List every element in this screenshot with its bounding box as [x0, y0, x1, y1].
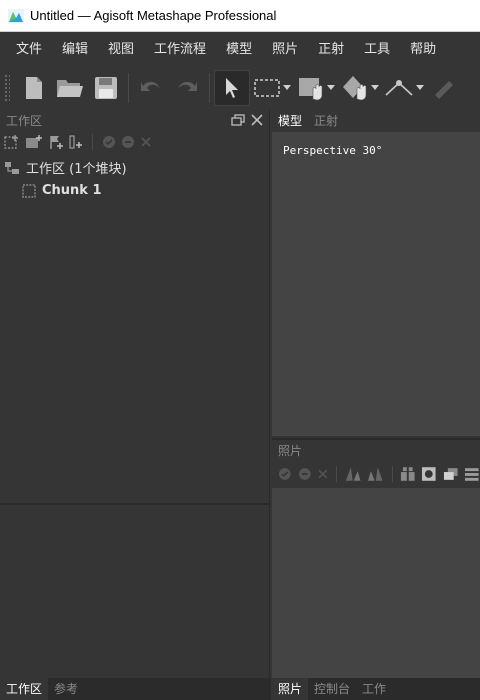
tab-ortho[interactable]: 正射	[308, 110, 344, 132]
open-folder-icon	[57, 80, 83, 97]
new-button[interactable]	[16, 70, 52, 106]
photos-thumbnail-area[interactable]	[272, 488, 480, 680]
add-scalebar-icon[interactable]	[69, 134, 83, 150]
chevron-down-icon	[416, 85, 424, 90]
menu-view[interactable]: 视图	[98, 32, 144, 66]
tab-reference[interactable]: 参考	[48, 678, 84, 700]
main-toolbar	[0, 66, 480, 110]
remove-x-icon[interactable]	[140, 136, 152, 148]
workspace-root-label: 工作区 (1个堆块)	[26, 162, 127, 177]
select-arrow-icon	[226, 78, 238, 98]
rotate-right-icon[interactable]	[367, 466, 385, 482]
chunk-item[interactable]: Chunk 1	[0, 179, 269, 202]
left-tab-bar: 工作区 参考	[0, 678, 271, 700]
menu-edit[interactable]: 编辑	[52, 32, 98, 66]
model-viewport[interactable]: Perspective 30°	[272, 132, 480, 436]
undo-button[interactable]	[133, 70, 169, 106]
remove-x-icon[interactable]	[317, 468, 329, 480]
save-button[interactable]	[88, 70, 124, 106]
enable-check-icon[interactable]	[278, 467, 292, 481]
toolbar-separator	[209, 73, 210, 103]
projection-label: Perspective 30°	[283, 144, 383, 157]
tab-workspace[interactable]: 工作区	[0, 678, 49, 700]
chunk-label: Chunk 1	[42, 183, 102, 198]
ruler-button[interactable]	[426, 70, 462, 106]
chevron-down-icon	[283, 85, 291, 90]
menu-model[interactable]: 模型	[216, 32, 262, 66]
mask-view-icon[interactable]	[421, 466, 437, 482]
chevron-down-icon	[327, 85, 335, 90]
enable-check-icon[interactable]	[102, 135, 116, 149]
lower-left-panel	[0, 505, 270, 678]
stack-view-icon[interactable]	[443, 466, 459, 482]
tab-console[interactable]: 控制台	[308, 678, 356, 700]
shape-tool-button[interactable]	[338, 70, 382, 106]
rotate-left-icon[interactable]	[344, 466, 362, 482]
toolbar-separator	[391, 466, 393, 482]
undo-icon	[141, 81, 160, 91]
tab-jobs[interactable]: 工作	[356, 678, 392, 700]
open-button[interactable]	[52, 70, 88, 106]
add-photos-icon[interactable]	[25, 134, 43, 150]
right-tab-bar: 照片 控制台 工作	[272, 678, 480, 700]
window-title: Untitled — Agisoft Metashape Professiona…	[30, 8, 277, 23]
shape-tool-icon	[343, 76, 367, 101]
disable-minus-icon[interactable]	[298, 467, 312, 481]
workspace-header: 工作区	[0, 110, 269, 130]
toolbar-separator	[92, 134, 93, 150]
model-tab-bar: 模型 正射	[272, 110, 480, 132]
tab-photos[interactable]: 照片	[272, 678, 309, 700]
menu-ortho[interactable]: 正射	[308, 32, 354, 66]
redo-button[interactable]	[169, 70, 205, 106]
list-view-icon[interactable]	[464, 466, 480, 482]
rectangle-select-icon	[254, 79, 280, 97]
close-icon[interactable]	[251, 114, 263, 126]
thumbnails-group-icon[interactable]	[400, 466, 416, 482]
menu-tools[interactable]: 工具	[354, 32, 400, 66]
photos-title: 照片	[278, 444, 303, 458]
menu-photo[interactable]: 照片	[262, 32, 308, 66]
workspace-title: 工作区	[6, 113, 43, 128]
metashape-logo-icon	[8, 8, 24, 23]
disable-minus-icon[interactable]	[121, 135, 135, 149]
toolbar-grip[interactable]	[4, 74, 10, 102]
ruler-icon	[435, 81, 453, 99]
navigation-button[interactable]	[294, 70, 338, 106]
toolbar-separator	[335, 466, 337, 482]
ruler-point-icon	[385, 80, 413, 96]
workspace-toolbar	[0, 130, 269, 154]
photos-panel: 照片	[272, 438, 480, 680]
add-chunk-icon[interactable]	[4, 134, 20, 150]
menu-bar: 文件 编辑 视图 工作流程 模型 照片 正射 工具 帮助	[0, 32, 480, 66]
chevron-down-icon	[371, 85, 379, 90]
title-bar: Untitled — Agisoft Metashape Professiona…	[0, 0, 480, 32]
save-icon	[95, 77, 117, 99]
photos-toolbar	[272, 462, 480, 486]
menu-help[interactable]: 帮助	[400, 32, 446, 66]
workspace-tree: 工作区 (1个堆块) Chunk 1	[0, 154, 269, 202]
ruler-point-button[interactable]	[382, 70, 426, 106]
menu-workflow[interactable]: 工作流程	[144, 32, 216, 66]
rectangle-select-button[interactable]	[250, 70, 294, 106]
select-tool-button[interactable]	[214, 70, 250, 106]
add-markers-icon[interactable]	[48, 134, 64, 150]
toolbar-separator	[128, 73, 129, 103]
navigation-hand-icon	[299, 78, 323, 101]
menu-file[interactable]: 文件	[6, 32, 52, 66]
float-window-icon[interactable]	[231, 114, 245, 126]
workspace-panel: 工作区 工作区 (1个堆块) Chunk 1	[0, 110, 270, 503]
workspace-root-item[interactable]: 工作区 (1个堆块)	[0, 156, 269, 179]
chunk-icon	[22, 183, 36, 198]
tab-model[interactable]: 模型	[272, 110, 308, 132]
workspace-tree-icon	[5, 161, 19, 174]
redo-icon	[178, 81, 197, 91]
new-document-icon	[26, 77, 42, 99]
